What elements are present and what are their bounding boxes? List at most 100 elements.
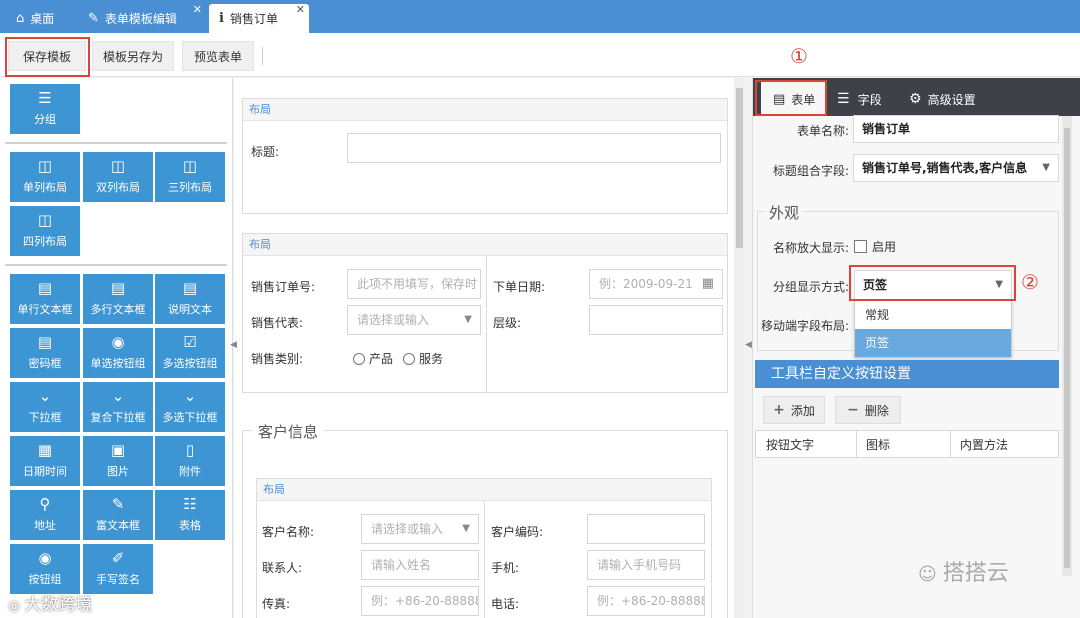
layout-block[interactable]: 布局 标题: xyxy=(242,98,728,214)
add-button-label: 添加 xyxy=(790,403,815,418)
save-template-button[interactable]: 保存模板 xyxy=(8,41,86,71)
save-as-button[interactable]: 模板另存为 xyxy=(92,41,174,71)
radio-product[interactable]: 产品 xyxy=(353,350,393,367)
tel-input[interactable]: 例：+86-20-88888 xyxy=(587,586,705,616)
title-fields-label: 标题组合字段: xyxy=(772,164,849,178)
mobile-layout-label: 移动端字段布局: xyxy=(760,319,849,333)
palette-item[interactable]: ☷ 表格 xyxy=(155,490,225,540)
add-button[interactable]: + 添加 xyxy=(763,396,825,424)
palette-item-label: 三列布局 xyxy=(168,181,212,194)
layout-icon: ◫ xyxy=(182,157,198,175)
close-icon[interactable]: ✕ xyxy=(296,3,305,16)
palette-item[interactable]: ▤ 说明文本 xyxy=(155,274,225,324)
palette-item-label: 图片 xyxy=(107,465,129,478)
buttons-table-header: 按钮文字 图标 内置方法 xyxy=(755,430,1059,458)
palette-item[interactable]: ◫ 双列布局 xyxy=(83,152,153,202)
palette-item[interactable]: ⌄ 多选下拉框 xyxy=(155,382,225,432)
delete-button-label: 删除 xyxy=(864,403,889,418)
radio-icon: ◉ xyxy=(38,549,52,567)
tel-label: 电话: xyxy=(491,597,520,611)
enlarge-label: 名称放大显示: xyxy=(772,241,849,255)
customer-code-input[interactable] xyxy=(587,514,705,544)
file-icon: ▤ xyxy=(182,279,198,297)
palette-item-label: 多选下拉框 xyxy=(162,411,218,424)
palette-item[interactable]: ✐ 手写签名 xyxy=(83,544,153,594)
dropdown-option-normal[interactable]: 常规 xyxy=(855,301,1011,329)
tab-bar: ⌂ 桌面 ✎ 表单模板编辑 ✕ i 销售订单 ✕ xyxy=(0,0,1080,33)
fax-input[interactable]: 例：+86-20-88888 xyxy=(361,586,479,616)
order-no-input[interactable]: 此项不用填写，保存时 xyxy=(347,269,481,299)
layout-block-header: 布局 xyxy=(243,99,727,121)
palette-item-label: 密码框 xyxy=(28,357,62,370)
palette-item-label: 多行文本框 xyxy=(90,303,146,316)
palette-item-label: 富文本框 xyxy=(96,519,140,532)
palette-item[interactable]: ◫ 四列布局 xyxy=(10,206,80,256)
title-input[interactable] xyxy=(347,133,721,163)
canvas-scrollbar-thumb[interactable] xyxy=(736,88,743,248)
phone-input[interactable]: 请输入手机号码 xyxy=(587,550,705,580)
col-builtin-method: 内置方法 xyxy=(960,438,1009,452)
layout-block[interactable]: 布局 销售订单号: 此项不用填写，保存时 下单日期: 例：2009-09-21 … xyxy=(242,233,728,393)
radio-service[interactable]: 服务 xyxy=(403,350,443,367)
chevron-down-icon: ▼ xyxy=(1038,155,1050,181)
palette-item[interactable]: ▤ 多行文本框 xyxy=(83,274,153,324)
palette-item[interactable]: ◉ 单选按钮组 xyxy=(83,328,153,378)
enlarge-checkbox[interactable]: 启用 xyxy=(854,238,896,255)
group-display-value: 页签 xyxy=(863,278,888,292)
radio-circle xyxy=(403,353,415,365)
palette-item[interactable]: ▦ 日期时间 xyxy=(10,436,80,486)
customer-name-placeholder: 请选择或输入 xyxy=(371,522,444,536)
level-input[interactable] xyxy=(589,305,723,335)
properties-tabs: ▤ 表单 ☰ 字段 ⚙ 高级设置 xyxy=(753,78,1080,116)
order-no-label: 销售订单号: xyxy=(251,280,316,294)
group-display-select[interactable]: 页签 ▼ xyxy=(854,270,1012,300)
palette-item[interactable]: ▤ 单行文本框 xyxy=(10,274,80,324)
checkbox-box xyxy=(854,240,867,253)
layout-icon: ◫ xyxy=(37,157,53,175)
tab-advanced[interactable]: ⚙ 高级设置 xyxy=(909,82,1009,116)
palette-item[interactable]: ☑ 多选按钮组 xyxy=(155,328,225,378)
radio-product-label: 产品 xyxy=(369,352,394,366)
close-icon[interactable]: ✕ xyxy=(193,3,202,16)
chevron-down-icon: ⌄ xyxy=(111,387,125,405)
form-name-input[interactable]: 销售订单 xyxy=(853,115,1059,143)
palette-item-label: 四列布局 xyxy=(23,235,67,248)
layout-block[interactable]: 布局 客户名称: 请选择或输入 ▼ 客户编码: 联系人: 请输入姓名 手机: 请… xyxy=(256,478,712,618)
palette-item-label: 复合下拉框 xyxy=(90,411,146,424)
palette-item[interactable]: ⌄ 下拉框 xyxy=(10,382,80,432)
collapse-right-icon[interactable]: ◀ xyxy=(745,340,752,350)
sales-rep-select[interactable]: 请选择或输入 ▼ xyxy=(347,305,481,335)
tab-form[interactable]: ▤ 表单 xyxy=(761,82,827,116)
preview-button[interactable]: 预览表单 xyxy=(182,41,254,71)
palette-item-label: 下拉框 xyxy=(28,411,62,424)
collapse-left-icon[interactable]: ◀ xyxy=(230,340,237,350)
palette-item[interactable]: ⌄ 复合下拉框 xyxy=(83,382,153,432)
order-date-input[interactable]: 例：2009-09-21 ▦ xyxy=(589,269,723,299)
palette-item[interactable]: ▯ 附件 xyxy=(155,436,225,486)
brush-icon: ✐ xyxy=(111,549,125,567)
chevron-down-icon: ▼ xyxy=(459,515,470,543)
palette-item[interactable]: ◫ 单列布局 xyxy=(10,152,80,202)
tab-desktop[interactable]: ⌂ 桌面 xyxy=(16,4,54,33)
delete-button[interactable]: − 删除 xyxy=(835,396,901,424)
tab-template-edit[interactable]: ✎ 表单模板编辑 ✕ xyxy=(88,3,204,33)
sales-rep-placeholder: 请选择或输入 xyxy=(357,313,430,327)
dropdown-option-tab[interactable]: 页签 xyxy=(855,329,1011,357)
contact-input[interactable]: 请输入姓名 xyxy=(361,550,479,580)
palette-item[interactable]: ▣ 图片 xyxy=(83,436,153,486)
palette-item[interactable]: ✎ 富文本框 xyxy=(83,490,153,540)
title-fields-select[interactable]: 销售订单号,销售代表,客户信息 ▼ xyxy=(853,154,1059,182)
palette-item[interactable]: ▤ 密码框 xyxy=(10,328,80,378)
palette-item[interactable]: ◉ 按钮组 xyxy=(10,544,80,594)
radio-icon: ◉ xyxy=(111,333,125,351)
tab-sales-order[interactable]: i 销售订单 ✕ xyxy=(209,3,309,33)
palette-item-label: 单列布局 xyxy=(23,181,67,194)
calendar-icon[interactable]: ▦ xyxy=(698,270,714,298)
tab-fields[interactable]: ☰ 字段 xyxy=(837,82,897,116)
properties-scrollbar-thumb[interactable] xyxy=(1064,128,1070,568)
palette-item[interactable]: ⚲ 地址 xyxy=(10,490,80,540)
palette-item[interactable]: ◫ 三列布局 xyxy=(155,152,225,202)
gear-icon: ⚙ xyxy=(909,91,922,107)
customer-name-select[interactable]: 请选择或输入 ▼ xyxy=(361,514,479,544)
palette-item[interactable]: ☰ 分组 xyxy=(10,84,80,134)
